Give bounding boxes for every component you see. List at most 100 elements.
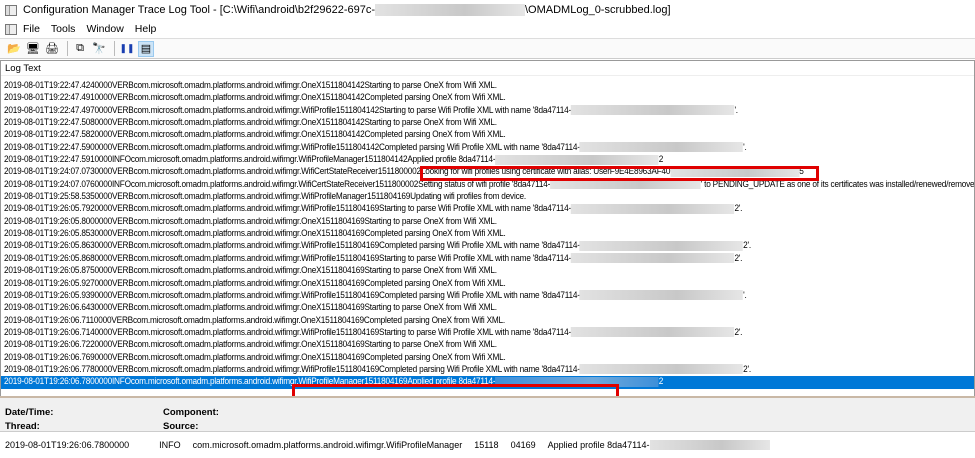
log-field-c: com.microsoft.omadm.platforms.android.wi… — [133, 252, 337, 264]
log-list[interactable]: Log Text 2019-08-01T19:22:47.4240000VERB… — [0, 60, 975, 396]
log-field-l: VERB — [111, 351, 134, 363]
log-field-c: com.microsoft.omadm.platforms.android.wi… — [133, 339, 322, 351]
log-field-t: 2019-08-01T19:26:06.7110000 — [4, 314, 112, 326]
log-field-l: VERB — [111, 141, 134, 153]
log-field-suffix: '. — [743, 141, 747, 153]
log-field-th: 1511804169 — [321, 339, 365, 351]
log-field-m: Starting to parse OneX from Wifi XML. — [364, 302, 498, 314]
menu-bar: File Tools Window Help — [0, 20, 975, 38]
log-row[interactable]: 2019-08-01T19:25:58.5350000VERBcom.micro… — [1, 191, 974, 203]
print-button[interactable]: 🖨 — [44, 41, 60, 57]
pause-button[interactable]: ❚❚ — [119, 41, 135, 57]
log-field-m: Starting to parse Wifi Profile XML with … — [379, 203, 572, 215]
log-row[interactable]: 2019-08-01T19:26:05.9270000VERBcom.micro… — [1, 278, 974, 290]
log-row[interactable]: 2019-08-01T19:26:06.7220000VERBcom.micro… — [1, 339, 974, 351]
log-field-l: VERB — [111, 314, 133, 326]
redacted-block — [649, 440, 770, 450]
menu-file[interactable]: File — [23, 23, 40, 35]
log-field-suffix: 5 — [799, 166, 804, 178]
log-field-c: com.microsoft.omadm.platforms.android.wi… — [133, 203, 337, 215]
log-row[interactable]: 2019-08-01T19:26:06.7690000VERBcom.micro… — [1, 352, 974, 364]
log-row[interactable]: 2019-08-01T19:22:47.5080000VERBcom.micro… — [1, 117, 974, 129]
find-button[interactable]: 🔭 — [91, 41, 107, 57]
log-row-text: 2019-08-01T19:26:05.8750000VERBcom.micro… — [4, 265, 497, 277]
log-field-l: VERB — [111, 289, 134, 301]
menu-help[interactable]: Help — [135, 23, 157, 35]
log-row[interactable]: 2019-08-01T19:26:05.7920000VERBcom.micro… — [1, 203, 974, 215]
log-field-th: 1511804169 — [321, 351, 365, 363]
log-row-text: 2019-08-01T19:26:06.7220000VERBcom.micro… — [4, 339, 497, 351]
mdi-icon[interactable] — [5, 23, 17, 35]
log-field-l: INFO — [111, 376, 131, 388]
log-field-l: VERB — [111, 240, 134, 252]
log-field-c: com.microsoft.omadm.platforms.android.wi… — [130, 376, 365, 388]
log-row[interactable]: 2019-08-01T19:22:47.4970000VERBcom.micro… — [1, 105, 974, 117]
log-field-m: Starting to parse Wifi Profile XML with … — [379, 326, 572, 338]
log-field-c: com.microsoft.omadm.platforms.android.wi… — [133, 166, 378, 178]
log-field-t: 2019-08-01T19:22:47.4240000 — [4, 80, 112, 91]
log-field-l: VERB — [111, 302, 134, 314]
log-field-suffix: ' to PENDING_UPDATE as one of its certif… — [700, 178, 975, 190]
log-row[interactable]: 2019-08-01T19:26:05.8750000VERBcom.micro… — [1, 265, 974, 277]
window-title-suffix: \OMADMLog_0-scrubbed.log] — [525, 4, 671, 16]
log-field-th: 1511800002 — [375, 178, 419, 190]
log-field-th: 1511804169 — [320, 314, 364, 326]
log-field-t: 2019-08-01T19:26:06.7780000 — [4, 363, 112, 375]
log-row[interactable]: 2019-08-01T19:22:47.5900000VERBcom.micro… — [1, 142, 974, 154]
log-field-l: VERB — [111, 80, 134, 91]
log-row[interactable]: 2019-08-01T19:26:06.7140000VERBcom.micro… — [1, 327, 974, 339]
log-field-t: 2019-08-01T19:22:47.5080000 — [4, 117, 112, 129]
log-field-t: 2019-08-01T19:26:05.9270000 — [4, 277, 112, 289]
log-field-l: VERB — [111, 228, 134, 240]
log-field-m: Setting status of wifi profile '8da47114… — [418, 178, 551, 190]
log-row[interactable]: 2019-08-01T19:26:05.8630000VERBcom.micro… — [1, 240, 974, 252]
log-row[interactable]: 2019-08-01T19:22:47.5820000VERBcom.micro… — [1, 129, 974, 141]
log-row[interactable]: 2019-08-01T19:26:05.8530000VERBcom.micro… — [1, 228, 974, 240]
log-field-l: VERB — [111, 326, 134, 338]
log-row[interactable]: 2019-08-01T19:26:05.8000000VERBcom.micro… — [1, 216, 974, 228]
log-field-c: com.microsoft.omadm.platforms.android.wi… — [133, 228, 322, 240]
copy-icon: ⧉ — [76, 42, 84, 54]
log-field-c: com.microsoft.omadm.platforms.android.wi… — [133, 104, 337, 116]
detail-component: com.microsoft.omadm.platforms.android.wi… — [192, 440, 463, 450]
log-row[interactable]: 2019-08-01T19:22:47.4910000VERBcom.micro… — [1, 92, 974, 104]
log-field-t: 2019-08-01T19:26:06.6430000 — [4, 302, 112, 314]
toolbar: 📂 🖥 🖨 ⧉ 🔭 ❚❚ ▤ — [0, 38, 975, 59]
copy-button[interactable]: ⧉ — [72, 41, 88, 57]
log-row[interactable]: 2019-08-01T19:26:06.7800000INFOcom.micro… — [1, 376, 974, 389]
log-field-th: 1511804142 — [321, 92, 365, 104]
log-row[interactable]: 2019-08-01T19:26:06.6430000VERBcom.micro… — [1, 302, 974, 314]
log-row[interactable]: 2019-08-01T19:26:05.8680000VERBcom.micro… — [1, 253, 974, 265]
log-row[interactable]: 2019-08-01T19:22:47.5910000INFOcom.micro… — [1, 154, 974, 166]
log-row-text: 2019-08-01T19:22:47.4910000VERBcom.micro… — [4, 92, 506, 104]
log-field-th: 1511804169 — [335, 363, 380, 375]
log-field-m: Starting to parse OneX from Wifi XML. — [364, 117, 498, 129]
log-row[interactable]: 2019-08-01T19:24:07.0760000INFOcom.micro… — [1, 179, 974, 191]
log-row-text: 2019-08-01T19:26:06.7800000INFOcom.micro… — [4, 376, 663, 388]
log-row[interactable]: 2019-08-01T19:26:06.7110000VERBcom.micro… — [1, 315, 974, 327]
preview-pane-button[interactable]: ▤ — [138, 40, 154, 57]
log-field-c: com.microsoft.omadm.platforms.android.wi… — [133, 351, 322, 363]
log-field-th: 1511804169 — [335, 252, 380, 264]
open-folder-button[interactable]: 📂 — [6, 41, 22, 57]
log-row[interactable]: 2019-08-01T19:24:07.0730000VERBcom.micro… — [1, 166, 974, 178]
menu-tools[interactable]: Tools — [51, 23, 76, 35]
log-field-th: 1511804169 — [366, 191, 411, 203]
log-field-m: Completed parsing OneX from Wifi XML. — [364, 228, 506, 240]
pause-icon: ❚❚ — [119, 43, 135, 53]
log-row[interactable]: 2019-08-01T19:22:47.4240000VERBcom.micro… — [1, 80, 974, 92]
log-field-t: 2019-08-01T19:26:05.8680000 — [4, 252, 112, 264]
detail-datetime: 2019-08-01T19:26:06.7800000 — [5, 440, 130, 450]
detail-entry[interactable]: 2019-08-01T19:26:06.7800000 INFO com.mic… — [0, 431, 975, 458]
log-field-c: com.microsoft.omadm.platforms.android.wi… — [133, 302, 322, 314]
column-header-log-text[interactable]: Log Text — [1, 61, 974, 76]
computer-button[interactable]: 🖥 — [25, 41, 41, 57]
menu-window[interactable]: Window — [86, 23, 123, 35]
redacted-block — [571, 203, 735, 214]
log-field-t: 2019-08-01T19:22:47.5820000 — [4, 129, 112, 141]
log-row[interactable]: 2019-08-01T19:26:06.7780000VERBcom.micro… — [1, 364, 974, 376]
log-field-th: 1511804169 — [335, 240, 380, 252]
log-field-m: Completed parsing OneX from Wifi XML. — [364, 277, 506, 289]
log-field-m: Looking for wifi profiles using certific… — [420, 166, 671, 178]
log-row[interactable]: 2019-08-01T19:26:05.9390000VERBcom.micro… — [1, 290, 974, 302]
